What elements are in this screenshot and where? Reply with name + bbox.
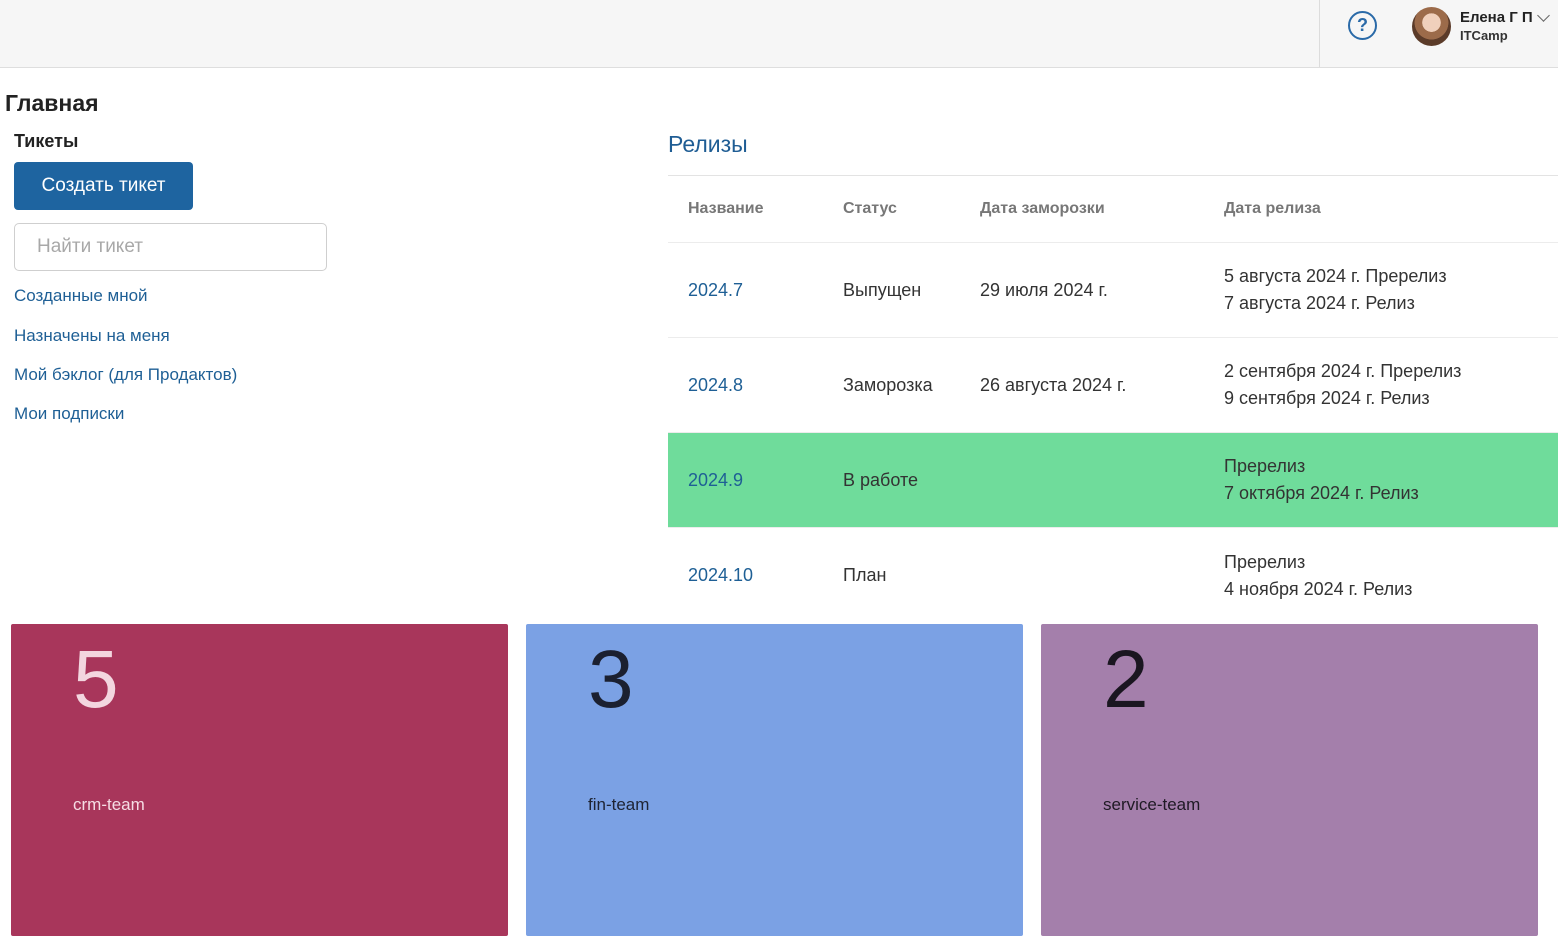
release-freeze-date: 26 августа 2024 г. (980, 374, 1127, 395)
release-date: 7 августа 2024 г. Релиз (1224, 293, 1415, 313)
avatar[interactable] (1412, 7, 1451, 46)
column-header-release-date: Дата релиза (1224, 200, 1321, 217)
link-created-by-me[interactable]: Созданные мной (14, 286, 148, 306)
release-date: 7 октября 2024 г. Релиз (1224, 483, 1419, 503)
topbar-divider (1319, 0, 1320, 67)
prerelease-date: 5 августа 2024 г. Пререлиз (1224, 266, 1447, 286)
top-bar: ? Елена Г П ITCamp (0, 0, 1558, 68)
link-my-subscriptions[interactable]: Мои подписки (14, 404, 124, 424)
release-status: Выпущен (843, 279, 922, 300)
user-name: Елена Г П (1460, 9, 1533, 26)
release-date: 9 сентября 2024 г. Релиз (1224, 388, 1430, 408)
column-header-status: Статус (843, 200, 897, 217)
column-header-freeze-date: Дата заморозки (980, 200, 1105, 217)
release-status: В работе (843, 469, 919, 490)
team-ticket-count: 3 (588, 634, 634, 725)
table-row: 2024.8 Заморозка 26 августа 2024 г. 2 се… (668, 338, 1558, 433)
team-name: service-team (1103, 795, 1201, 814)
release-status: План (843, 565, 887, 585)
table-row: 2024.7 Выпущен 29 июля 2024 г. 5 августа… (668, 243, 1558, 338)
releases-title: Релизы (668, 131, 748, 157)
release-name-link[interactable]: 2024.7 (688, 280, 743, 301)
team-card-service[interactable]: 2 service-team (1041, 624, 1538, 936)
release-dates: Пререлиз 7 октября 2024 г. Релиз (1224, 433, 1419, 527)
release-dates: 5 августа 2024 г. Пререлиз 7 августа 202… (1224, 243, 1447, 337)
release-status: Заморозка (843, 374, 933, 395)
table-header-row: Название Статус Дата заморозки Дата рели… (668, 176, 1558, 243)
user-org: ITCamp (1460, 28, 1508, 43)
ticket-search-input[interactable] (14, 223, 327, 271)
team-name: fin-team (588, 795, 650, 814)
release-name-link[interactable]: 2024.8 (688, 375, 743, 396)
releases-table: Название Статус Дата заморозки Дата рели… (668, 175, 1558, 623)
release-name-link[interactable]: 2024.9 (688, 470, 743, 491)
release-dates: Пререлиз 4 ноября 2024 г. Релиз (1224, 528, 1412, 623)
prerelease-date: Пререлиз (1224, 456, 1306, 476)
table-row: 2024.10 План Пререлиз 4 ноября 2024 г. Р… (668, 528, 1558, 623)
column-header-name: Название (688, 200, 764, 217)
tickets-section-title: Тикеты (14, 131, 79, 151)
page-title: Главная (5, 90, 99, 116)
link-my-backlog[interactable]: Мой бэклог (для Продактов) (14, 365, 237, 385)
release-name-link[interactable]: 2024.10 (688, 565, 753, 586)
team-card-fin[interactable]: 3 fin-team (526, 624, 1023, 936)
user-menu[interactable]: Елена Г П ITCamp (1412, 6, 1552, 48)
release-freeze-date: 29 июля 2024 г. (980, 279, 1108, 300)
team-ticket-count: 5 (73, 634, 119, 725)
create-ticket-button[interactable]: Создать тикет (14, 162, 193, 210)
chevron-down-icon[interactable] (1537, 9, 1550, 22)
question-circle-icon[interactable]: ? (1348, 11, 1377, 40)
link-assigned-to-me[interactable]: Назначены на меня (14, 326, 170, 346)
team-card-crm[interactable]: 5 crm-team (11, 624, 508, 936)
prerelease-date: Пререлиз (1224, 551, 1306, 572)
prerelease-date: 2 сентября 2024 г. Пререлиз (1224, 361, 1462, 381)
team-name: crm-team (73, 795, 145, 814)
release-date: 4 ноября 2024 г. Релиз (1224, 578, 1413, 599)
team-ticket-count: 2 (1103, 634, 1149, 725)
release-dates: 2 сентября 2024 г. Пререлиз 9 сентября 2… (1224, 338, 1461, 432)
table-row-current: 2024.9 В работе Пререлиз 7 октября 2024 … (668, 433, 1558, 528)
